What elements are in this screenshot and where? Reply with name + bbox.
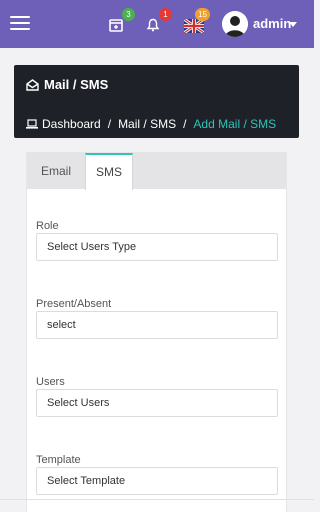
- tab-email[interactable]: Email: [27, 153, 85, 189]
- menu-icon[interactable]: [10, 16, 30, 30]
- language-badge: 15: [195, 8, 210, 21]
- present-absent-label: Present/Absent: [36, 298, 112, 310]
- breadcrumb-mail-sms[interactable]: Mail / SMS: [118, 117, 176, 131]
- breadcrumb-current: Add Mail / SMS: [193, 117, 277, 131]
- breadcrumb-separator: /: [107, 117, 112, 131]
- users-select[interactable]: Select Users: [36, 389, 278, 417]
- breadcrumb-separator: /: [183, 117, 187, 131]
- notification-badge: 1: [159, 8, 172, 21]
- language-flag-icon[interactable]: 15: [184, 8, 210, 34]
- template-label: Template: [36, 454, 81, 466]
- users-label: Users: [36, 376, 65, 388]
- role-select[interactable]: Select Users Type: [36, 233, 278, 261]
- template-select[interactable]: Select Template: [36, 467, 278, 495]
- page-header: Mail / SMS Dashboard / Mail / SMS / Add …: [14, 65, 299, 138]
- top-navbar: 3 1 15 admin: [0, 0, 314, 48]
- present-absent-select[interactable]: select: [36, 311, 278, 339]
- page-title-text: Mail / SMS: [44, 77, 109, 92]
- laptop-icon: [26, 119, 38, 129]
- notification-bell-icon[interactable]: 1: [146, 8, 172, 34]
- calendar-icon[interactable]: 3: [109, 8, 135, 34]
- user-name[interactable]: admin: [253, 16, 291, 31]
- divider: [0, 499, 314, 500]
- breadcrumb-dashboard[interactable]: Dashboard: [42, 117, 101, 131]
- chevron-down-icon[interactable]: [289, 22, 297, 27]
- page-title: Mail / SMS: [26, 77, 108, 92]
- role-label: Role: [36, 220, 59, 232]
- calendar-badge: 3: [122, 8, 135, 21]
- envelope-open-icon: [26, 78, 39, 91]
- user-avatar[interactable]: [222, 11, 248, 37]
- breadcrumb: Dashboard / Mail / SMS / Add Mail / SMS: [26, 117, 276, 131]
- tab-bar: Email SMS: [27, 153, 286, 190]
- form-panel: Email SMS Role Select Users Type Present…: [26, 152, 287, 512]
- tab-sms[interactable]: SMS: [85, 153, 133, 190]
